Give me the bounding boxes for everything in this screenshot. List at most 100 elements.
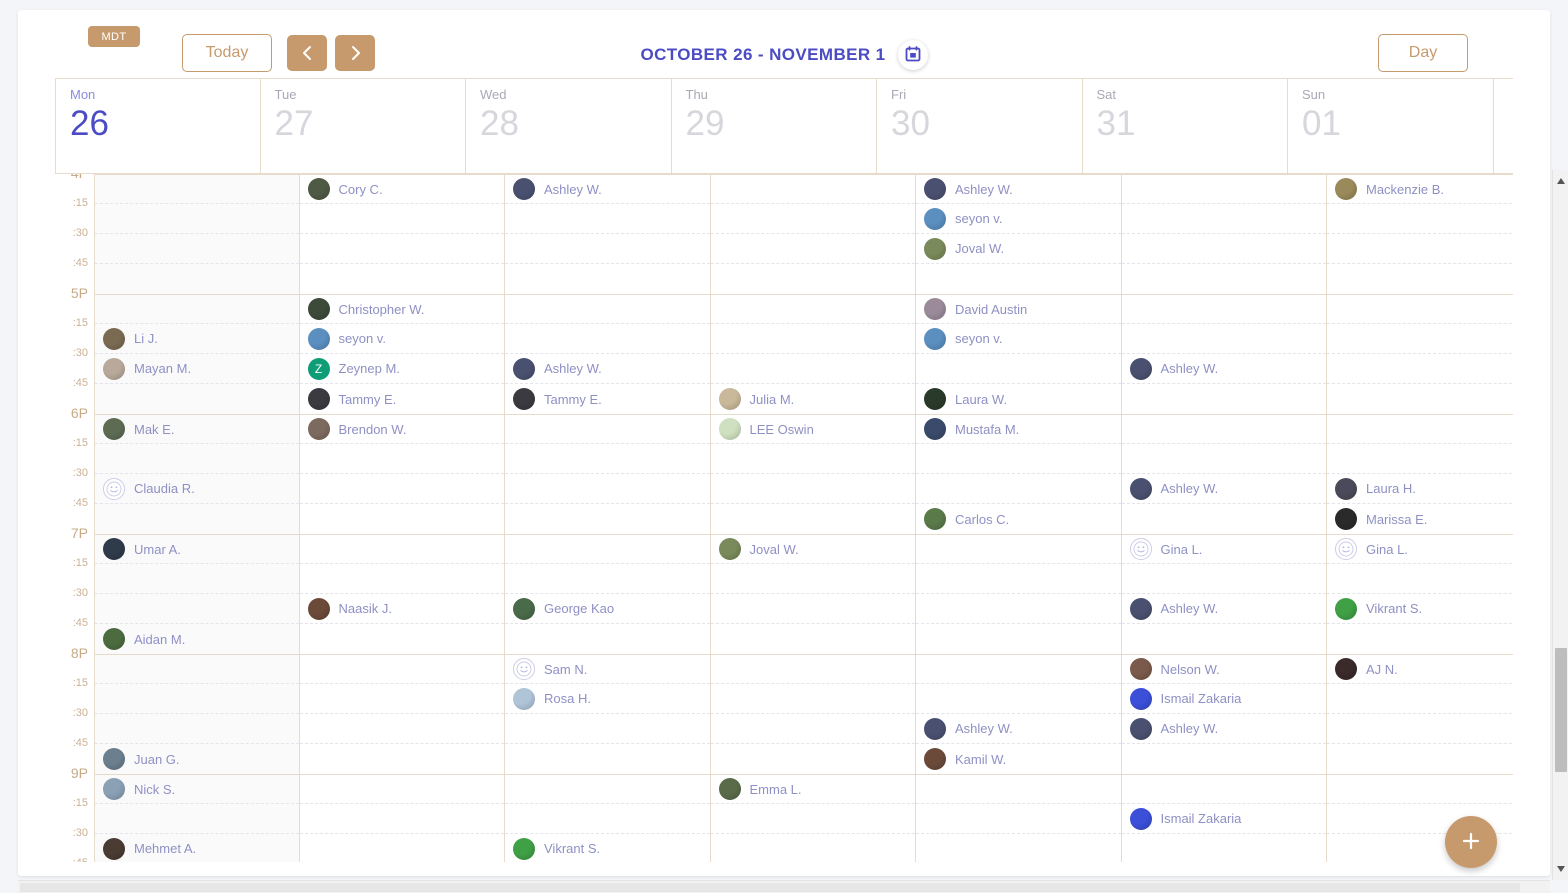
time-slot[interactable]: Gina L. bbox=[1327, 534, 1513, 564]
time-slot[interactable] bbox=[1327, 414, 1513, 444]
time-slot[interactable]: David Austin bbox=[916, 294, 1121, 324]
time-slot[interactable] bbox=[505, 534, 710, 564]
time-slot[interactable] bbox=[1121, 414, 1326, 444]
time-slot[interactable] bbox=[1327, 264, 1513, 294]
time-slot[interactable] bbox=[1327, 204, 1513, 234]
day-header-mon[interactable]: Mon 26 bbox=[55, 79, 261, 173]
time-slot[interactable] bbox=[300, 624, 505, 654]
time-slot[interactable] bbox=[916, 444, 1121, 474]
horizontal-scrollbar-thumb[interactable] bbox=[20, 883, 1520, 892]
calendar-event[interactable]: Mayan M. bbox=[103, 357, 299, 380]
time-slot[interactable]: Nelson W. bbox=[1121, 654, 1326, 684]
time-slot[interactable] bbox=[95, 594, 299, 624]
calendar-event[interactable]: Umar A. bbox=[103, 538, 299, 560]
time-slot[interactable]: Umar A. bbox=[95, 534, 299, 564]
day-view-button[interactable]: Day bbox=[1378, 34, 1468, 72]
time-slot[interactable] bbox=[1327, 774, 1513, 804]
time-slot[interactable]: Gina L. bbox=[1121, 534, 1327, 564]
next-week-button[interactable] bbox=[335, 35, 375, 71]
time-slot[interactable]: Claudia R. bbox=[95, 474, 299, 504]
time-slot[interactable] bbox=[505, 714, 710, 744]
calendar-event[interactable]: David Austin bbox=[924, 298, 1121, 320]
calendar-event[interactable]: Ashley W. bbox=[1129, 357, 1327, 380]
calendar-event[interactable]: Sam N. bbox=[513, 658, 710, 680]
time-slot[interactable] bbox=[710, 474, 915, 504]
time-slot[interactable]: LEE Oswin bbox=[710, 414, 915, 444]
time-slot[interactable] bbox=[299, 444, 504, 474]
calendar-event[interactable]: Ashley W. bbox=[513, 178, 710, 200]
time-slot[interactable] bbox=[95, 264, 299, 294]
calendar-event[interactable]: seyon v. bbox=[307, 327, 505, 350]
calendar-event[interactable]: Ashley W. bbox=[1129, 597, 1327, 620]
day-header-sat[interactable]: Sat 31 bbox=[1083, 79, 1288, 173]
time-slot[interactable] bbox=[299, 834, 504, 864]
time-slot[interactable] bbox=[299, 234, 504, 264]
time-slot[interactable]: Tammy E. bbox=[505, 384, 710, 414]
day-header-sun[interactable]: Sun 01 bbox=[1288, 79, 1494, 173]
time-slot[interactable]: Naasik J. bbox=[299, 594, 505, 624]
time-slot[interactable] bbox=[710, 444, 915, 474]
calendar-event[interactable]: Vikrant S. bbox=[513, 837, 710, 860]
time-slot[interactable] bbox=[916, 684, 1121, 714]
calendar-event[interactable]: Mackenzie B. bbox=[1335, 178, 1513, 200]
time-slot[interactable] bbox=[1121, 234, 1326, 264]
time-slot[interactable] bbox=[710, 834, 915, 864]
time-slot[interactable]: Ashley W. bbox=[505, 354, 710, 384]
time-slot[interactable] bbox=[95, 174, 299, 204]
time-slot[interactable]: Ashley W. bbox=[916, 714, 1121, 744]
calendar-event[interactable]: Kamil W. bbox=[924, 748, 1121, 770]
time-slot[interactable]: Laura W. bbox=[916, 384, 1121, 414]
calendar-event[interactable]: Juan G. bbox=[103, 748, 299, 770]
time-slot[interactable] bbox=[1327, 234, 1513, 264]
time-slot[interactable] bbox=[710, 354, 915, 384]
time-slot[interactable] bbox=[1121, 564, 1326, 594]
calendar-event[interactable]: Tammy E. bbox=[513, 388, 710, 410]
time-slot[interactable] bbox=[710, 564, 915, 594]
calendar-event[interactable]: Brendon W. bbox=[307, 418, 505, 440]
time-slot[interactable]: Marissa E. bbox=[1327, 504, 1513, 534]
time-slot[interactable] bbox=[710, 804, 915, 834]
time-slot[interactable] bbox=[916, 354, 1121, 384]
time-slot[interactable]: Joval W. bbox=[916, 234, 1121, 264]
time-slot[interactable] bbox=[95, 654, 299, 684]
time-slot[interactable] bbox=[299, 804, 504, 834]
time-slot[interactable] bbox=[95, 444, 299, 474]
calendar-event[interactable]: Christopher W. bbox=[307, 298, 505, 320]
time-slot[interactable] bbox=[1122, 384, 1327, 414]
calendar-event[interactable]: Mehmet A. bbox=[103, 837, 299, 860]
time-slot[interactable] bbox=[1121, 204, 1326, 234]
calendar-event[interactable]: seyon v. bbox=[924, 207, 1121, 230]
time-slot[interactable] bbox=[505, 804, 710, 834]
calendar-event[interactable]: Naasik J. bbox=[307, 597, 505, 620]
time-slot[interactable] bbox=[1122, 624, 1327, 654]
time-slot[interactable]: Ashley W. bbox=[505, 174, 710, 204]
time-slot[interactable]: Carlos C. bbox=[916, 504, 1121, 534]
time-slot[interactable]: Tammy E. bbox=[300, 384, 505, 414]
calendar-event[interactable]: Cory C. bbox=[307, 178, 505, 200]
time-slot[interactable]: Christopher W. bbox=[299, 294, 505, 324]
time-slot[interactable] bbox=[916, 264, 1121, 294]
time-slot[interactable]: Julia M. bbox=[711, 384, 916, 414]
calendar-event[interactable]: Ashley W. bbox=[513, 357, 710, 380]
calendar-event[interactable]: Ashley W. bbox=[1129, 717, 1327, 740]
time-slot[interactable] bbox=[95, 204, 299, 234]
calendar-event[interactable]: Mak E. bbox=[103, 418, 299, 440]
calendar-event[interactable]: Claudia R. bbox=[103, 477, 299, 500]
time-slot[interactable]: Joval W. bbox=[710, 534, 915, 564]
time-slot[interactable]: Emma L. bbox=[710, 774, 916, 804]
time-slot[interactable] bbox=[505, 744, 710, 774]
time-slot[interactable] bbox=[95, 684, 299, 714]
time-slot[interactable]: Ashley W. bbox=[1121, 714, 1327, 744]
time-slot[interactable] bbox=[95, 234, 299, 264]
time-slot[interactable]: Ashley W. bbox=[1121, 354, 1327, 384]
time-slot[interactable] bbox=[1327, 684, 1513, 714]
calendar-event[interactable]: Rosa H. bbox=[513, 687, 710, 710]
calendar-event[interactable]: Vikrant S. bbox=[1335, 597, 1513, 620]
time-slot[interactable] bbox=[299, 474, 504, 504]
calendar-event[interactable]: Emma L. bbox=[718, 778, 916, 800]
time-slot[interactable] bbox=[710, 324, 915, 354]
time-slot[interactable] bbox=[916, 624, 1121, 654]
today-button[interactable]: Today bbox=[182, 34, 272, 72]
calendar-event[interactable]: Gina L. bbox=[1129, 538, 1327, 560]
time-slot[interactable] bbox=[916, 534, 1121, 564]
